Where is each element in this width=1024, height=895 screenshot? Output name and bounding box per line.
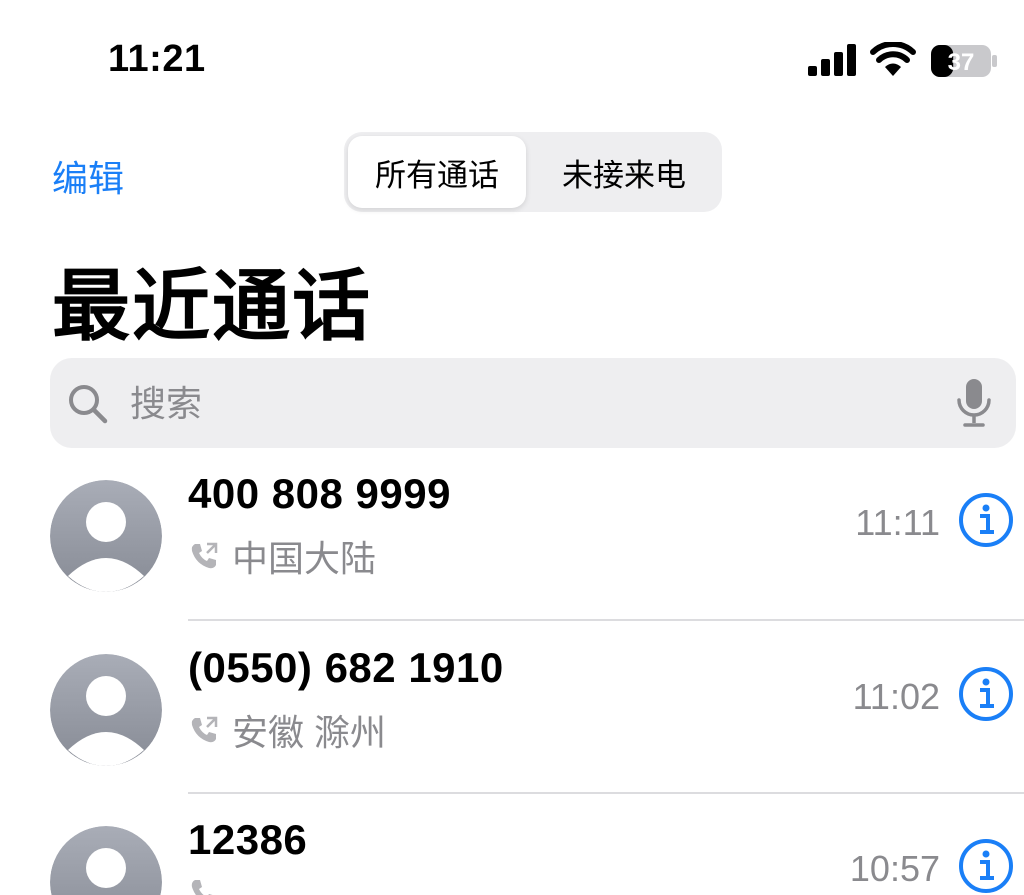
row-divider — [188, 792, 1024, 794]
call-location: 中国大陆 — [232, 538, 377, 579]
call-row[interactable]: 400 808 9999 中国大陆 11:11 — [0, 462, 1024, 632]
outgoing-call-icon — [191, 716, 218, 743]
contact-avatar-icon — [50, 654, 162, 766]
call-row[interactable]: 12386 10:57 — [0, 808, 1024, 895]
cellular-signal-icon — [808, 44, 856, 76]
info-icon[interactable] — [958, 492, 1014, 548]
call-subtitle: 中国大陆 — [188, 530, 376, 582]
call-time: 11:11 — [855, 502, 940, 543]
row-divider — [188, 619, 1024, 621]
call-time: 10:57 — [849, 848, 940, 889]
info-icon[interactable] — [958, 838, 1014, 894]
wifi-icon — [870, 42, 916, 76]
call-number: 400 808 9999 — [188, 470, 451, 517]
battery-level-text: 37 — [948, 49, 975, 76]
call-number: 12386 — [188, 816, 308, 863]
calls-filter-segmented-control: 所有通话 未接来电 — [344, 132, 722, 212]
info-icon[interactable] — [958, 666, 1014, 722]
status-time: 11:21 — [108, 38, 206, 80]
outgoing-call-icon — [191, 880, 213, 895]
page-title: 最近通话 — [52, 262, 373, 350]
outgoing-call-icon — [191, 542, 218, 569]
search-bar — [50, 358, 1016, 448]
battery-indicator: 37 — [930, 44, 998, 78]
segment-all-calls[interactable]: 所有通话 — [348, 136, 526, 208]
search-icon — [69, 385, 108, 424]
call-time: 11:02 — [852, 676, 940, 717]
contact-avatar-icon — [50, 826, 162, 895]
segment-missed-calls[interactable]: 未接来电 — [530, 136, 718, 208]
battery-icon: 37 — [931, 45, 997, 77]
call-number: (0550) 682 1910 — [188, 644, 504, 691]
call-subtitle: 安徽 滁州 — [188, 704, 386, 756]
search-input[interactable] — [128, 376, 932, 432]
call-subtitle — [188, 876, 232, 895]
contact-avatar-icon — [50, 480, 162, 592]
microphone-icon[interactable] — [956, 378, 992, 428]
call-row[interactable]: (0550) 682 1910 安徽 滁州 11:02 — [0, 636, 1024, 806]
edit-button[interactable]: 编辑 — [52, 150, 124, 202]
call-location: 安徽 滁州 — [232, 712, 387, 753]
